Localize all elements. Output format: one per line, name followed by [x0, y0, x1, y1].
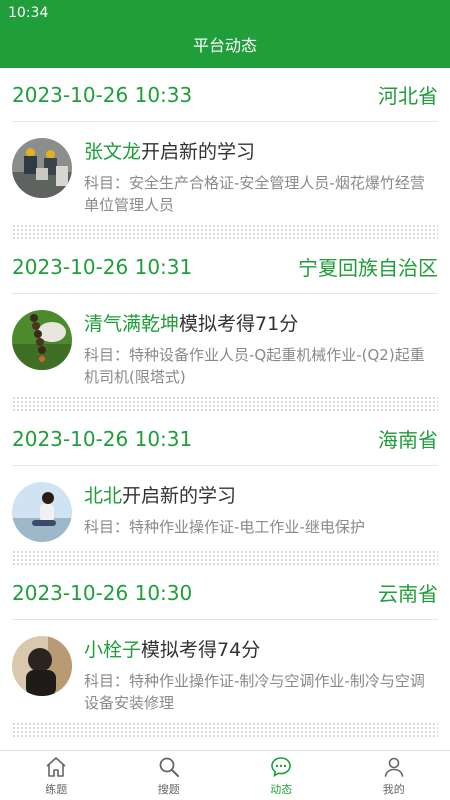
- entry-region: 宁夏回族自治区: [298, 256, 438, 280]
- entry-region: 河北省: [378, 84, 438, 108]
- entry-body: 张文龙开启新的学习 科目：安全生产合格证-安全管理人员-烟花爆竹经营单位管理人员: [12, 122, 438, 216]
- entry-headline: 小栓子模拟考得74分: [84, 636, 438, 664]
- entry-text: 小栓子模拟考得74分 科目：特种作业操作证-制冷与空调作业-制冷与空调设备安装修…: [84, 636, 438, 714]
- chat-icon: [271, 756, 292, 777]
- search-icon: [159, 757, 179, 777]
- entry-subject: 科目：安全生产合格证-安全管理人员-烟花爆竹经营单位管理人员: [84, 174, 425, 214]
- entry-subject: 科目：特种设备作业人员-Q起重机械作业-(Q2)起重机司机(限塔式): [84, 346, 425, 386]
- entry-divider: [12, 224, 438, 240]
- status-bar: 10:34: [0, 0, 450, 26]
- entry-username[interactable]: 张文龙: [84, 141, 141, 163]
- user-icon: [384, 757, 404, 777]
- entry-headline: 张文龙开启新的学习: [84, 138, 438, 166]
- entry-divider: [12, 550, 438, 566]
- tab-label: 搜题: [157, 782, 180, 796]
- entry-headline: 清气满乾坤模拟考得71分: [84, 310, 438, 338]
- entry-action: 开启新的学习: [141, 141, 256, 163]
- entry-body: 小栓子模拟考得74分 科目：特种作业操作证-制冷与空调作业-制冷与空调设备安装修…: [12, 620, 438, 714]
- activity-feed[interactable]: 2023-10-26 10:33 河北省 张文龙开启新的学习 科目：安全生产合格…: [0, 68, 450, 750]
- entry-divider: [12, 722, 438, 738]
- entry-action: 开启新的学习: [122, 485, 237, 507]
- entry-region: 海南省: [378, 428, 438, 452]
- status-time: 10:34: [8, 5, 49, 21]
- entry-text: 北北开启新的学习 科目：特种作业操作证-电工作业-继电保护: [84, 482, 438, 542]
- tab-search[interactable]: 搜题: [113, 751, 226, 800]
- tab-practice[interactable]: 练题: [0, 751, 113, 800]
- bottom-tab-bar: 练题 搜题 动态 我的: [0, 750, 450, 800]
- entry-action: 模拟考得71分: [179, 313, 299, 335]
- entry-time: 2023-10-26 10:33: [12, 82, 193, 107]
- entry-header: 2023-10-26 10:31 宁夏回族自治区: [12, 240, 438, 294]
- tab-profile[interactable]: 我的: [338, 751, 450, 800]
- feed-entry[interactable]: 2023-10-26 10:33 河北省 张文龙开启新的学习 科目：安全生产合格…: [0, 68, 450, 240]
- feed-entry[interactable]: 2023-10-26 10:30 云南省 小栓子模拟考得74分 科目：特种作业操…: [0, 566, 450, 738]
- feed-entry[interactable]: 2023-10-26 10:31 宁夏回族自治区 清气满乾坤模拟考得71分 科目…: [0, 240, 450, 412]
- entry-header: 2023-10-26 10:30 云南省: [12, 566, 438, 620]
- entry-time: 2023-10-26 10:31: [12, 426, 193, 451]
- entry-action: 模拟考得74分: [141, 639, 261, 661]
- entry-region: 云南省: [378, 582, 438, 606]
- tab-label: 我的: [382, 782, 405, 796]
- entry-header: 2023-10-26 10:33 河北省: [12, 68, 438, 122]
- entry-body: 北北开启新的学习 科目：特种作业操作证-电工作业-继电保护: [12, 466, 438, 542]
- tab-label: 动态: [270, 782, 293, 796]
- entry-username[interactable]: 清气满乾坤: [84, 313, 179, 335]
- entry-time: 2023-10-26 10:31: [12, 254, 193, 279]
- app-screen: 10:34 平台动态 2023-10-26 10:33 河北省 张文龙开启新的学…: [0, 0, 450, 800]
- entry-body: 清气满乾坤模拟考得71分 科目：特种设备作业人员-Q起重机械作业-(Q2)起重机…: [12, 294, 438, 388]
- avatar-seaside-photo-icon[interactable]: [12, 482, 72, 542]
- avatar-portrait-photo-icon[interactable]: [12, 636, 72, 696]
- entry-headline: 北北开启新的学习: [84, 482, 438, 510]
- avatar-group-photo-icon[interactable]: [12, 138, 72, 198]
- entry-text: 张文龙开启新的学习 科目：安全生产合格证-安全管理人员-烟花爆竹经营单位管理人员: [84, 138, 438, 216]
- entry-divider: [12, 396, 438, 412]
- page-title: 平台动态: [192, 36, 257, 55]
- title-bar: 平台动态: [0, 26, 450, 68]
- entry-subject: 科目：特种作业操作证-电工作业-继电保护: [84, 518, 365, 536]
- home-icon: [46, 756, 66, 777]
- entry-text: 清气满乾坤模拟考得71分 科目：特种设备作业人员-Q起重机械作业-(Q2)起重机…: [84, 310, 438, 388]
- entry-time: 2023-10-26 10:30: [12, 580, 193, 605]
- entry-username[interactable]: 小栓子: [84, 639, 141, 661]
- entry-subject: 科目：特种作业操作证-制冷与空调作业-制冷与空调设备安装修理: [84, 672, 425, 712]
- tab-label: 练题: [45, 782, 68, 796]
- entry-username[interactable]: 北北: [84, 485, 122, 507]
- avatar-beads-photo-icon[interactable]: [12, 310, 72, 370]
- tab-activity[interactable]: 动态: [225, 751, 338, 800]
- feed-entry[interactable]: 2023-10-26 10:31 海南省 北北开启新的学习 科目：特种作业操作证…: [0, 412, 450, 566]
- entry-header: 2023-10-26 10:31 海南省: [12, 412, 438, 466]
